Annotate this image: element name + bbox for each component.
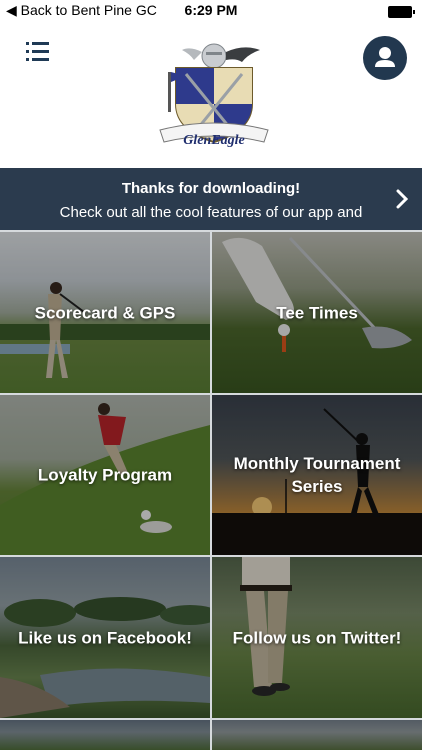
tile-facebook[interactable]: Like us on Facebook!	[0, 557, 210, 718]
status-bar: ◀ Back to Bent Pine GC 6:29 PM	[0, 0, 422, 22]
banner-subtitle: Check out all the cool features of our a…	[59, 204, 363, 221]
user-icon	[375, 47, 395, 67]
tile-label: Follow us on Twitter!	[232, 628, 402, 647]
menu-button[interactable]	[26, 42, 50, 62]
tile-monthly-tournament[interactable]: Monthly Tournament Series	[212, 395, 422, 555]
tile-tee-times[interactable]: Tee Times	[212, 232, 422, 393]
tile-twitter[interactable]: Follow us on Twitter!	[212, 557, 422, 718]
tile-label: Scorecard & GPS	[34, 303, 176, 322]
banner-title: Thanks for downloading!	[121, 180, 301, 197]
chevron-right-icon	[396, 189, 408, 209]
tile-label: Loyalty Program	[37, 465, 173, 485]
tile-scorecard-gps[interactable]: Scorecard & GPS	[0, 232, 210, 393]
profile-button[interactable]	[363, 36, 407, 80]
tile-partial-right[interactable]	[212, 720, 422, 750]
tile-partial-left[interactable]	[0, 720, 210, 750]
battery-icon	[388, 6, 415, 18]
tile-label: Tee Times	[276, 303, 358, 322]
tile-label: Monthly Tournament Series	[233, 454, 401, 496]
status-time: 6:29 PM	[184, 2, 238, 18]
tile-label: Like us on Facebook!	[18, 628, 192, 647]
app-header: GlenEagle	[0, 22, 422, 168]
logo-wordmark: GlenEagle	[183, 133, 245, 148]
welcome-banner[interactable]: Thanks for downloading! Check out all th…	[0, 168, 422, 230]
tile-loyalty-program[interactable]: Loyalty Program	[0, 395, 210, 555]
